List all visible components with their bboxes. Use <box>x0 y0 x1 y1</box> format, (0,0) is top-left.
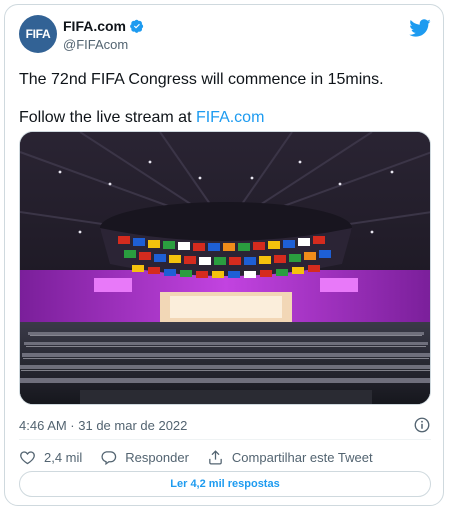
share-label: Compartilhar este Tweet <box>231 449 373 465</box>
congress-hall-image <box>20 132 430 404</box>
read-replies-button[interactable]: Ler 4,2 mil respostas <box>19 471 431 497</box>
reply-button[interactable]: Responder <box>100 449 189 466</box>
tweet-image[interactable] <box>19 131 431 405</box>
tweet-line-1: The 72nd FIFA Congress will commence in … <box>19 71 384 88</box>
verified-badge-icon <box>130 19 144 33</box>
heart-icon <box>20 450 35 464</box>
handle[interactable]: @FIFAcom <box>63 37 144 52</box>
read-replies-label: Ler 4,2 mil respostas <box>170 478 280 490</box>
like-count: 2,4 mil <box>44 449 83 465</box>
display-name[interactable]: FIFA.com <box>63 18 126 34</box>
avatar-text: FIFA <box>25 27 51 41</box>
share-icon <box>209 449 222 465</box>
author-names[interactable]: FIFA.com @FIFAcom <box>63 18 144 52</box>
divider <box>19 439 431 440</box>
reply-icon <box>101 450 117 465</box>
fifa-link[interactable]: FIFA.com <box>196 109 264 126</box>
like-button[interactable]: 2,4 mil <box>19 449 82 466</box>
timestamp[interactable]: 4:46 AM · 31 de mar de 2022 <box>19 418 187 433</box>
reply-label: Responder <box>125 449 189 465</box>
tweet-card: FIFA FIFA.com @FIFAcom The 72nd FIFA Con… <box>4 4 444 506</box>
tweet-line-2: Follow the live stream at FIFA.com <box>19 107 431 129</box>
twitter-bird-icon[interactable] <box>409 17 431 39</box>
avatar[interactable]: FIFA <box>19 15 57 53</box>
tweet-meta: 4:46 AM · 31 de mar de 2022 <box>19 415 431 435</box>
tweet-line-2-prefix: Follow the live stream at <box>19 109 196 126</box>
tweet-header: FIFA FIFA.com @FIFAcom <box>19 15 431 59</box>
tweet-text: The 72nd FIFA Congress will commence in … <box>19 69 431 129</box>
share-button[interactable]: Compartilhar este Tweet <box>207 449 373 466</box>
tweet-actions: 2,4 mil Responder Compartilhar este Twee… <box>19 445 431 469</box>
info-icon[interactable] <box>413 416 431 434</box>
